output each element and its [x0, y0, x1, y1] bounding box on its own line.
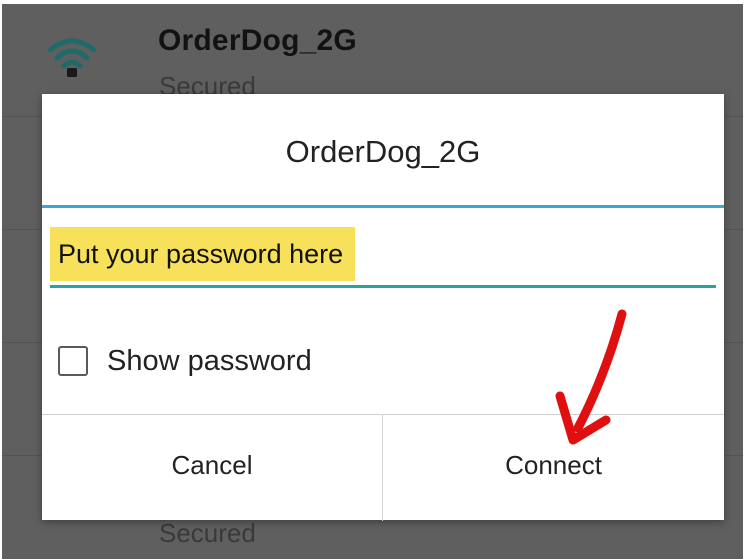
wifi-network-name: OrderDog_2G	[158, 24, 357, 57]
show-password-label: Show password	[107, 344, 312, 377]
show-password-toggle[interactable]: Show password	[58, 338, 312, 384]
connect-button[interactable]: Connect	[383, 415, 724, 521]
wifi-connect-dialog: OrderDog_2G Put your password here Show …	[42, 94, 724, 521]
dialog-button-bar: Cancel Connect	[42, 414, 724, 521]
password-input[interactable]: Put your password here	[50, 227, 716, 291]
screen: OrderDog_2G Secured Secured OrderDog_2G …	[0, 0, 745, 559]
title-divider	[42, 205, 724, 208]
wifi-signal-icon	[48, 38, 96, 77]
dialog-title: OrderDog_2G	[285, 134, 481, 169]
password-underline	[50, 285, 716, 288]
show-password-checkbox[interactable]	[58, 346, 88, 376]
wifi-network-status: Secured	[159, 518, 256, 548]
cancel-button[interactable]: Cancel	[42, 415, 382, 521]
password-placeholder: Put your password here	[50, 227, 356, 281]
